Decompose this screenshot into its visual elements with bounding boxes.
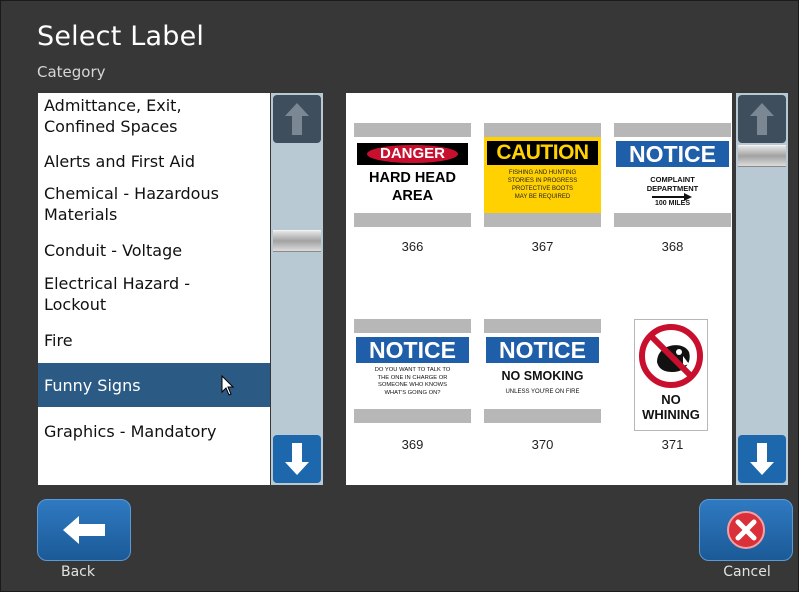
notice-header-label: NOTICE — [486, 337, 599, 363]
danger-header-label: DANGER — [367, 145, 458, 163]
scroll-up-button[interactable] — [738, 95, 786, 143]
category-item[interactable]: Electrical Hazard - Lockout — [38, 271, 270, 317]
category-item[interactable]: Chemical - Hazardous Materials — [38, 181, 270, 227]
notice-header-label: NOTICE — [356, 337, 469, 363]
label-tile[interactable]: NOTICE COMPLAINT DEPARTMENT 100 MILES 36… — [614, 123, 731, 273]
category-item[interactable]: Fire — [38, 328, 270, 352]
category-item[interactable]: Alerts and First Aid — [38, 149, 270, 173]
tile-bottom-bar — [484, 409, 601, 423]
sign-footer-text: 100 MILES — [654, 200, 690, 207]
scroll-thumb[interactable] — [738, 145, 786, 167]
category-scrollbar[interactable] — [271, 93, 323, 485]
mouse-pointer-icon — [221, 375, 235, 396]
danger-header: DANGER — [357, 143, 468, 165]
caution-header: CAUTION — [487, 141, 598, 165]
sign-body-text: NO SMOKING — [501, 369, 584, 383]
category-item[interactable]: Conduit - Voltage — [38, 238, 270, 262]
label-number: 368 — [661, 239, 684, 254]
no-whining-sign-image: NO WHINING — [634, 319, 708, 431]
prohibited-crying-face-icon — [639, 324, 703, 388]
sign-body-text: DO YOU WANT TO TALK TO THE ONE IN CHARGE… — [374, 367, 451, 396]
category-list[interactable]: Admittance, Exit, Confined Spaces Alerts… — [38, 93, 270, 485]
tile-bottom-bar — [614, 213, 731, 227]
cancel-button[interactable] — [699, 499, 793, 561]
label-grid: DANGER HARD HEAD AREA 366 CAUTION FISHIN… — [346, 93, 732, 485]
caution-header-label: CAUTION — [496, 141, 589, 164]
scroll-thumb[interactable] — [273, 230, 321, 252]
sign-footer-text: UNLESS YOU'RE ON FIRE — [505, 389, 580, 395]
close-icon — [727, 511, 765, 549]
scroll-down-button[interactable] — [738, 435, 786, 483]
label-number: 369 — [401, 437, 424, 452]
label-tile[interactable]: DANGER HARD HEAD AREA 366 — [354, 123, 471, 273]
label-tile[interactable]: CAUTION FISHING AND HUNTING STORIES IN P… — [484, 123, 601, 273]
caution-sign-image: CAUTION FISHING AND HUNTING STORIES IN P… — [484, 137, 601, 213]
danger-sign-image: DANGER HARD HEAD AREA — [354, 137, 471, 213]
tile-top-bar — [484, 123, 601, 137]
label-tile[interactable]: NOTICE NO SMOKING UNLESS YOU'RE ON FIRE … — [484, 319, 601, 469]
scroll-down-button[interactable] — [273, 435, 321, 483]
cancel-button-label: Cancel — [723, 564, 771, 580]
arrow-down-icon — [750, 443, 774, 475]
tile-bottom-bar — [484, 213, 601, 227]
sign-body-text: FISHING AND HUNTING STORIES IN PROGRESS … — [507, 170, 578, 200]
notice-sign-image: NOTICE COMPLAINT DEPARTMENT 100 MILES — [614, 137, 731, 213]
scroll-up-button[interactable] — [273, 95, 321, 143]
category-heading: Category — [37, 63, 106, 81]
notice-sign-image: NOTICE NO SMOKING UNLESS YOU'RE ON FIRE — [484, 333, 601, 409]
label-tile[interactable]: NO WHINING 371 — [614, 319, 731, 469]
back-button-label: Back — [61, 564, 95, 580]
arrow-up-icon — [285, 103, 309, 135]
tile-bottom-bar — [354, 213, 471, 227]
back-button[interactable] — [37, 499, 131, 561]
tile-top-bar — [354, 319, 471, 333]
tile-top-bar — [484, 319, 601, 333]
category-item[interactable]: Admittance, Exit, Confined Spaces — [38, 93, 270, 139]
category-item[interactable]: Graphics - Mandatory — [38, 419, 270, 443]
label-number: 371 — [661, 437, 684, 452]
arrow-down-icon — [285, 443, 309, 475]
tile-bottom-bar — [354, 409, 471, 423]
sign-body-text: HARD HEAD AREA — [369, 170, 456, 204]
category-item-selected[interactable]: Funny Signs — [38, 363, 270, 407]
arrow-left-icon — [63, 516, 105, 544]
tile-top-bar — [354, 123, 471, 137]
label-tile[interactable]: NOTICE DO YOU WANT TO TALK TO THE ONE IN… — [354, 319, 471, 469]
category-item-label: Funny Signs — [44, 375, 141, 395]
sign-body-text: COMPLAINT DEPARTMENT — [646, 175, 699, 193]
notice-header-label: NOTICE — [616, 141, 729, 167]
arrow-up-icon — [750, 103, 774, 135]
sign-body-text: NO WHINING — [642, 392, 700, 422]
label-scrollbar[interactable] — [736, 93, 788, 485]
notice-sign-image: NOTICE DO YOU WANT TO TALK TO THE ONE IN… — [354, 333, 471, 409]
page-title: Select Label — [37, 21, 205, 52]
label-number: 367 — [531, 239, 554, 254]
label-number: 370 — [531, 437, 554, 452]
tile-top-bar — [614, 123, 731, 137]
label-number: 366 — [401, 239, 424, 254]
select-label-screen: Select Label Category Admittance, Exit, … — [0, 0, 799, 592]
